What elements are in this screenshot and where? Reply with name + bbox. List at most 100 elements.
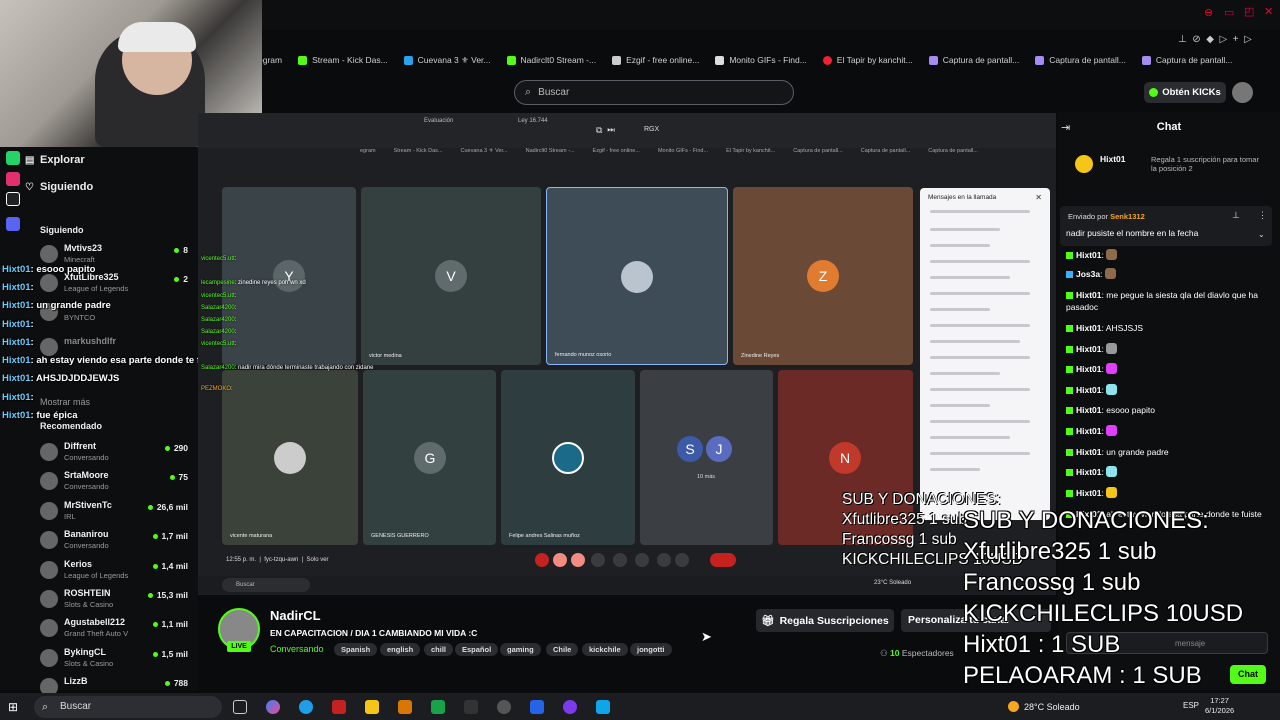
restore-icon[interactable]: ▭ [1224,6,1234,19]
minimize-icon[interactable]: ⊖ [1204,6,1213,19]
pin-icon[interactable]: ⊥ [1232,210,1240,221]
overlay-chat-line: Hixt01: esooo papito [2,264,96,275]
hangup-button[interactable] [710,553,736,567]
bookmark[interactable]: Cuevana 3 ⚜ Ver... [403,55,491,66]
pinned-message[interactable]: Enviado por Senk1312 ⊥ ⋮ nadir pusiste e… [1060,206,1272,246]
tag[interactable]: Chile [546,643,579,656]
avatar [40,531,58,549]
streamer-name[interactable]: NadirCL [270,608,321,623]
present-icon[interactable] [591,553,605,567]
following-title: Siguiendo [40,225,84,235]
mic-icon[interactable] [535,553,549,567]
show-more-link[interactable]: Mostrar más [40,397,90,407]
bookmark[interactable]: El Tapir by kanchit... [822,55,913,65]
store-icon[interactable] [530,700,544,714]
whatsapp-icon[interactable] [6,151,20,165]
gift-leaderboard[interactable]: Hixt01 Regala 1 suscripción para tomar l… [1075,153,1275,183]
more-icon[interactable] [657,553,671,567]
epic-icon[interactable] [464,700,478,714]
app-icon[interactable] [398,700,412,714]
chat-message: Hixt01: [1066,425,1274,437]
mic-off-icon[interactable] [553,553,567,567]
channel-item[interactable]: MrStivenTc IRL 26,6 mil [40,498,188,524]
heart-icon: ♡ [25,181,34,193]
discord-icon[interactable] [6,217,20,231]
close-icon[interactable]: ✕ [1035,193,1042,202]
meeting-chat-line: Salazar4200: nadir mira dónde terminaste… [201,365,374,371]
bookmark[interactable]: Monito GIFs - Find... [715,55,807,65]
meeting-chat-line: PEZMOKO: [201,386,233,392]
tag[interactable]: Spanish [334,643,378,656]
windows-start-icon[interactable]: ⊞ [8,700,22,714]
opera-icon[interactable] [332,700,346,714]
meeting-chat-line: vicentec5.utt: [201,341,237,347]
tag[interactable]: jongotti [630,643,672,656]
nav-explore[interactable]: ▤ Explorar [25,154,85,166]
viewers-icon: ⚇ [880,648,890,658]
overlay-chat-line: Hixt01: [2,319,34,330]
donations-overlay-big: SUB Y DONACIONES: Xfutlibre325 1 sub Franc… [963,507,1244,689]
channel-item[interactable]: SrtaMoore Conversando 75 [40,468,188,494]
bookmark[interactable]: Stream - Kick Das... [298,55,388,65]
instagram-icon[interactable] [6,172,20,186]
bookmark[interactable]: Ezgif - free online... [612,55,699,65]
channel-item[interactable]: BykingCL Slots & Casino 1,5 mil [40,645,188,671]
nav-following[interactable]: ♡ Siguiendo [25,181,93,193]
tag[interactable]: gaming [500,643,541,656]
pip-icon: ⧉ ⏭ [596,125,620,135]
bookmarks-bar: egram Stream - Kick Das... Cuevana 3 ⚜ V… [258,50,1280,70]
taskbar-weather[interactable]: 28°C Soleado [1008,701,1080,712]
channel-item[interactable]: Kerios League of Legends 1,4 mil [40,557,188,583]
tag[interactable]: kickchile [582,643,628,656]
participant-avatar [621,261,653,293]
channel-item[interactable]: ROSHTEIN Slots & Casino 15,3 mil [40,586,188,612]
app-icon[interactable] [431,700,445,714]
chevron-down-icon[interactable]: ⌄ [1258,230,1265,239]
viewer-count: ⚇ 10 Espectadores [880,648,954,658]
tiktok-icon[interactable] [6,192,20,206]
screenshot-icon [1141,55,1151,65]
channel-item[interactable]: Diffrent Conversando 290 [40,439,188,465]
edge-icon[interactable] [299,700,313,714]
mouse-cursor: ➤ [701,629,712,644]
hand-icon[interactable] [675,553,689,567]
avatar [40,472,58,490]
meeting-chat-line: Salazar4200: [201,329,237,335]
chat-message: Hixt01: [1066,343,1274,355]
bookmark[interactable]: Captura de pantall... [1141,55,1232,65]
task-view-icon[interactable] [233,700,247,714]
maximize-icon[interactable]: ◰ [1244,5,1254,18]
overlay-chat-line: Hixt01: [2,392,34,403]
taskbar-search[interactable]: ⌕ Buscar [34,696,222,718]
browser-toolbar-icons[interactable]: ⊥ ⊘ ◆ ▷ + ▷ [1178,34,1252,45]
bookmark[interactable]: Nadirclt0 Stream -... [506,55,596,65]
avatar [40,443,58,461]
tag[interactable]: chill [424,643,454,656]
folder-icon[interactable] [365,700,379,714]
get-kicks-button[interactable]: Obtén KICKs [1144,82,1226,103]
copilot-icon[interactable] [266,700,280,714]
taskbar-clock[interactable]: 17:27 6/1/2026 [1205,696,1234,716]
bookmark[interactable]: Captura de pantall... [928,55,1019,65]
crown-badge-icon [1075,155,1093,173]
channel-item[interactable]: Agustabell212 Grand Theft Auto V 1,1 mil [40,615,188,641]
more-icon[interactable]: ⋮ [1258,210,1267,221]
close-icon[interactable]: ✕ [1264,5,1273,18]
search-placeholder: Buscar [538,87,570,98]
captions-icon[interactable] [635,553,649,567]
steam-icon[interactable] [497,700,511,714]
tag[interactable]: Español [455,643,499,656]
search-input[interactable]: ⌕ Buscar [514,80,794,105]
app-icon[interactable] [596,700,610,714]
emoji-icon[interactable] [613,553,627,567]
user-avatar[interactable] [1232,82,1253,103]
bookmark[interactable]: Captura de pantall... [1035,55,1126,65]
search-icon: ⌕ [525,86,532,98]
discord-icon[interactable] [563,700,577,714]
camera-off-icon[interactable] [571,553,585,567]
channel-item[interactable]: Bananirou Conversando 1,7 mil [40,527,188,553]
gift-subs-button[interactable]: 🎁︎ Regala Suscripciones [756,609,894,632]
tag[interactable]: english [380,643,421,656]
language-indicator[interactable]: ESP [1183,701,1199,710]
stream-category[interactable]: Conversando [270,644,324,654]
